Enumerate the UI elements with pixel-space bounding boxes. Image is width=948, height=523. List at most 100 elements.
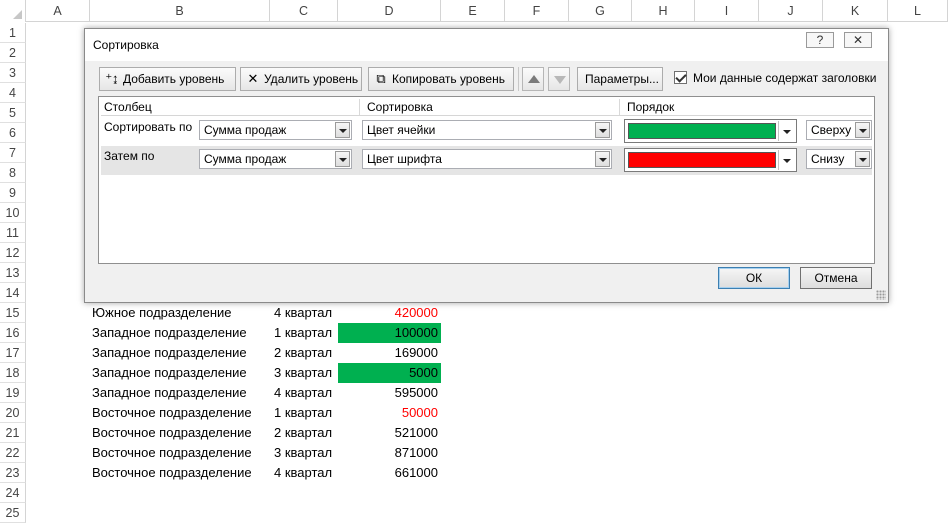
row-header[interactable]: 9 bbox=[0, 183, 26, 203]
cell-sales[interactable]: 100000 bbox=[338, 323, 441, 343]
cell-quarter[interactable]: 4 квартал bbox=[270, 383, 338, 403]
column-header[interactable]: B bbox=[90, 0, 270, 22]
chevron-down-icon[interactable] bbox=[595, 151, 610, 167]
row-header[interactable]: 7 bbox=[0, 143, 26, 163]
color-select[interactable] bbox=[624, 119, 797, 143]
cell-division[interactable]: Восточное подразделение bbox=[92, 403, 268, 423]
column-select[interactable]: Сумма продаж bbox=[199, 149, 352, 169]
row-header[interactable]: 23 bbox=[0, 463, 26, 483]
cell-division[interactable]: Восточное подразделение bbox=[92, 423, 268, 443]
cell-quarter[interactable]: 2 квартал bbox=[270, 343, 338, 363]
row-header[interactable]: 24 bbox=[0, 483, 26, 503]
row-header[interactable]: 22 bbox=[0, 443, 26, 463]
row-header[interactable]: 18 bbox=[0, 363, 26, 383]
column-header[interactable]: D bbox=[338, 0, 441, 22]
headers-checkbox-row[interactable]: Мои данные содержат заголовки bbox=[674, 71, 876, 85]
row-header[interactable]: 15 bbox=[0, 303, 26, 323]
column-header[interactable]: F bbox=[505, 0, 569, 22]
resize-grip-icon[interactable] bbox=[876, 290, 886, 300]
cell-quarter[interactable]: 3 квартал bbox=[270, 443, 338, 463]
cell-sales[interactable]: 595000 bbox=[338, 383, 441, 403]
cell-division[interactable]: Западное подразделение bbox=[92, 363, 268, 383]
cell-quarter[interactable]: 4 квартал bbox=[270, 463, 338, 483]
chevron-down-icon[interactable] bbox=[778, 150, 795, 170]
help-button[interactable]: ? bbox=[806, 32, 834, 48]
parameters-button[interactable]: Параметры... bbox=[577, 67, 663, 91]
cell-division[interactable]: Южное подразделение bbox=[92, 303, 268, 323]
row-header[interactable]: 4 bbox=[0, 83, 26, 103]
column-header[interactable]: L bbox=[888, 0, 948, 22]
cell-division[interactable]: Западное подразделение bbox=[92, 383, 268, 403]
chevron-down-icon[interactable] bbox=[855, 122, 870, 138]
position-select[interactable]: Сверху bbox=[806, 120, 872, 140]
cell-quarter[interactable]: 4 квартал bbox=[270, 303, 338, 323]
cell-quarter[interactable]: 1 квартал bbox=[270, 403, 338, 423]
row-header[interactable]: 12 bbox=[0, 243, 26, 263]
position-select-value: Сверху bbox=[811, 123, 852, 137]
column-header[interactable]: G bbox=[569, 0, 632, 22]
level-label: Затем по bbox=[104, 149, 155, 163]
cell-sales[interactable]: 420000 bbox=[338, 303, 441, 323]
select-all-corner[interactable] bbox=[0, 0, 26, 22]
close-button[interactable]: ✕ bbox=[844, 32, 872, 48]
row-header[interactable]: 25 bbox=[0, 503, 26, 523]
chevron-down-icon[interactable] bbox=[335, 122, 350, 138]
cell-division[interactable]: Западное подразделение bbox=[92, 343, 268, 363]
column-header[interactable]: A bbox=[26, 0, 90, 22]
cell-sales[interactable]: 661000 bbox=[338, 463, 441, 483]
copy-level-button[interactable]: ⧉ Копировать уровень bbox=[368, 67, 514, 91]
row-header[interactable]: 20 bbox=[0, 403, 26, 423]
cell-quarter[interactable]: 2 квартал bbox=[270, 423, 338, 443]
row-header[interactable]: 2 bbox=[0, 43, 26, 63]
sort-on-select[interactable]: Цвет шрифта bbox=[362, 149, 612, 169]
row-header[interactable]: 14 bbox=[0, 283, 26, 303]
row-header[interactable]: 11 bbox=[0, 223, 26, 243]
column-header[interactable]: K bbox=[823, 0, 888, 22]
sort-level-row-2[interactable]: Затем по Сумма продаж Цвет шрифта Снизу bbox=[101, 146, 872, 175]
chevron-down-icon[interactable] bbox=[855, 151, 870, 167]
add-level-button[interactable]: ⁺↨ Добавить уровень bbox=[99, 67, 236, 91]
row-header[interactable]: 1 bbox=[0, 23, 26, 43]
column-header[interactable]: J bbox=[759, 0, 823, 22]
move-up-button[interactable] bbox=[522, 67, 544, 91]
row-header[interactable]: 8 bbox=[0, 163, 26, 183]
cell-sales[interactable]: 871000 bbox=[338, 443, 441, 463]
delete-level-button[interactable]: ✕ Удалить уровень bbox=[240, 67, 362, 91]
row-header[interactable]: 6 bbox=[0, 123, 26, 143]
sort-on-select[interactable]: Цвет ячейки bbox=[362, 120, 612, 140]
move-down-button[interactable] bbox=[548, 67, 570, 91]
row-header[interactable]: 10 bbox=[0, 203, 26, 223]
column-header[interactable]: I bbox=[695, 0, 759, 22]
row-header[interactable]: 3 bbox=[0, 63, 26, 83]
cell-division[interactable]: Западное подразделение bbox=[92, 323, 268, 343]
chevron-down-icon[interactable] bbox=[595, 122, 610, 138]
chevron-down-icon[interactable] bbox=[335, 151, 350, 167]
position-select[interactable]: Снизу bbox=[806, 149, 872, 169]
row-header[interactable]: 21 bbox=[0, 423, 26, 443]
header-order: Порядок bbox=[627, 100, 675, 114]
row-header[interactable]: 13 bbox=[0, 263, 26, 283]
column-header[interactable]: H bbox=[632, 0, 695, 22]
cell-sales[interactable]: 50000 bbox=[338, 403, 441, 423]
cell-quarter[interactable]: 1 квартал bbox=[270, 323, 338, 343]
cell-sales[interactable]: 169000 bbox=[338, 343, 441, 363]
cell-sales[interactable]: 521000 bbox=[338, 423, 441, 443]
column-header[interactable]: E bbox=[441, 0, 505, 22]
cell-division[interactable]: Восточное подразделение bbox=[92, 463, 268, 483]
cell-quarter[interactable]: 3 квартал bbox=[270, 363, 338, 383]
column-select[interactable]: Сумма продаж bbox=[199, 120, 352, 140]
row-header[interactable]: 16 bbox=[0, 323, 26, 343]
headers-checkbox[interactable] bbox=[674, 71, 687, 84]
color-select[interactable] bbox=[624, 148, 797, 172]
row-header[interactable]: 19 bbox=[0, 383, 26, 403]
cell-division[interactable]: Восточное подразделение bbox=[92, 443, 268, 463]
chevron-down-icon[interactable] bbox=[778, 121, 795, 141]
cell-sales[interactable]: 5000 bbox=[338, 363, 441, 383]
row-header[interactable]: 17 bbox=[0, 343, 26, 363]
column-header[interactable]: C bbox=[270, 0, 338, 22]
row-header[interactable]: 5 bbox=[0, 103, 26, 123]
sort-level-row-1[interactable]: Сортировать по Сумма продаж Цвет ячейки … bbox=[101, 117, 872, 146]
header-column: Столбец bbox=[104, 100, 152, 114]
cancel-button[interactable]: Отмена bbox=[800, 267, 872, 289]
ok-button[interactable]: ОК bbox=[718, 267, 790, 289]
